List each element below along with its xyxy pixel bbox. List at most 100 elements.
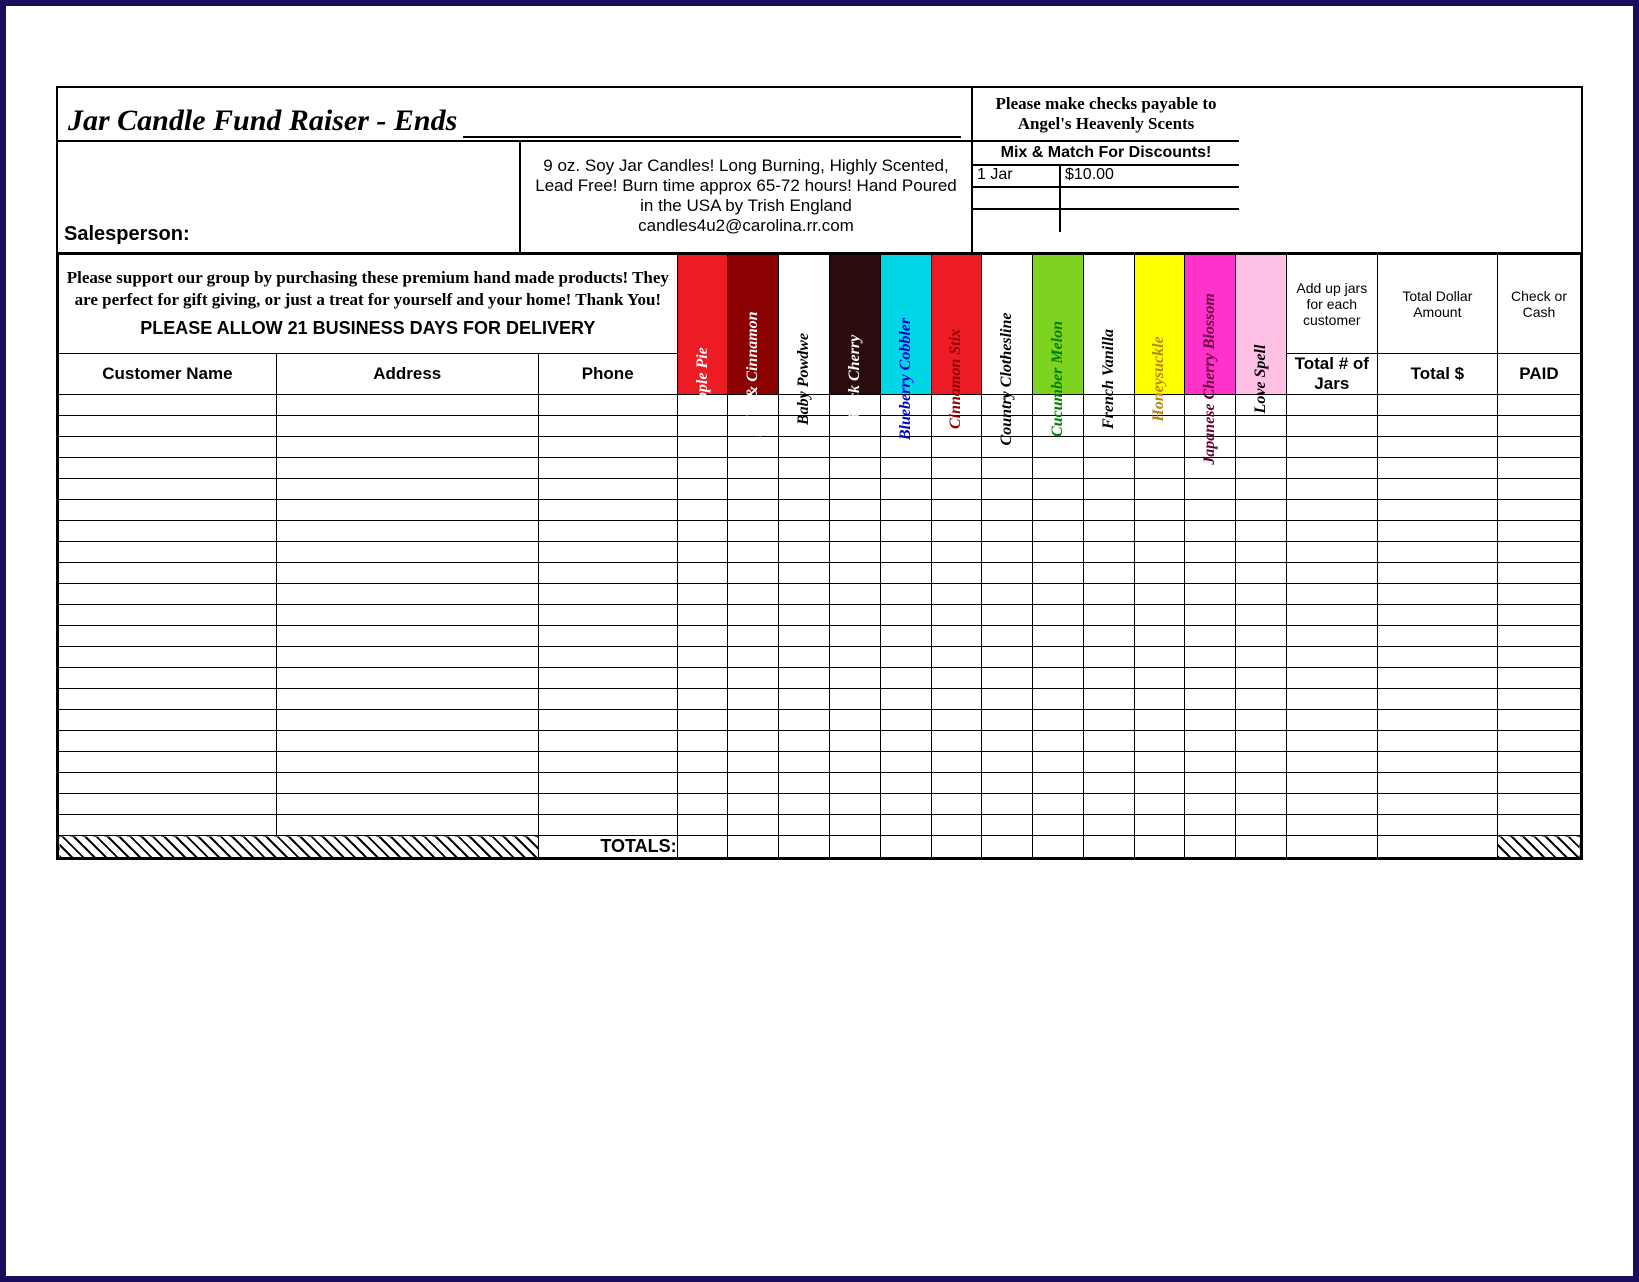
cell[interactable] xyxy=(1497,710,1580,731)
cell[interactable] xyxy=(829,479,880,500)
cell[interactable] xyxy=(1497,437,1580,458)
ends-blank-line[interactable] xyxy=(463,116,961,138)
cell[interactable] xyxy=(1377,773,1497,794)
cell[interactable] xyxy=(1134,647,1185,668)
cell[interactable] xyxy=(1185,542,1236,563)
cell[interactable] xyxy=(276,500,538,521)
cell[interactable] xyxy=(1185,815,1236,836)
cell[interactable] xyxy=(59,500,277,521)
cell[interactable] xyxy=(1083,647,1134,668)
cell[interactable] xyxy=(1185,584,1236,605)
cell[interactable] xyxy=(982,605,1033,626)
cell[interactable] xyxy=(276,584,538,605)
table-row[interactable] xyxy=(59,794,1581,815)
cell[interactable] xyxy=(880,626,931,647)
cell[interactable] xyxy=(931,521,982,542)
cell[interactable] xyxy=(880,689,931,710)
cell[interactable] xyxy=(677,500,728,521)
cell[interactable] xyxy=(1185,563,1236,584)
cell[interactable] xyxy=(1497,626,1580,647)
table-row[interactable] xyxy=(59,752,1581,773)
cell[interactable] xyxy=(1497,668,1580,689)
cell[interactable] xyxy=(829,563,880,584)
cell[interactable] xyxy=(677,668,728,689)
cell[interactable] xyxy=(1286,605,1377,626)
cell[interactable] xyxy=(1377,521,1497,542)
cell[interactable] xyxy=(1286,479,1377,500)
cell[interactable] xyxy=(1236,437,1287,458)
cell[interactable] xyxy=(1286,752,1377,773)
cell[interactable] xyxy=(1083,521,1134,542)
table-row[interactable] xyxy=(59,458,1581,479)
cell[interactable] xyxy=(982,479,1033,500)
cell[interactable] xyxy=(1286,437,1377,458)
cell[interactable] xyxy=(1286,395,1377,416)
cell[interactable] xyxy=(931,584,982,605)
cell[interactable] xyxy=(982,815,1033,836)
cell[interactable] xyxy=(1033,479,1084,500)
cell[interactable] xyxy=(982,689,1033,710)
cell[interactable] xyxy=(982,500,1033,521)
cell[interactable] xyxy=(59,647,277,668)
cell[interactable] xyxy=(276,731,538,752)
cell[interactable] xyxy=(677,710,728,731)
cell[interactable] xyxy=(931,668,982,689)
cell[interactable] xyxy=(880,521,931,542)
cell[interactable] xyxy=(829,584,880,605)
cell[interactable] xyxy=(1497,458,1580,479)
cell[interactable] xyxy=(829,815,880,836)
cell[interactable] xyxy=(1377,668,1497,689)
cell[interactable] xyxy=(779,605,830,626)
cell[interactable] xyxy=(538,416,677,437)
cell[interactable] xyxy=(779,584,830,605)
cell[interactable] xyxy=(538,647,677,668)
cell[interactable] xyxy=(779,542,830,563)
cell[interactable] xyxy=(1134,815,1185,836)
cell[interactable] xyxy=(829,731,880,752)
cell[interactable] xyxy=(276,647,538,668)
cell[interactable] xyxy=(728,773,779,794)
cell[interactable] xyxy=(1083,626,1134,647)
cell[interactable] xyxy=(1286,794,1377,815)
cell[interactable] xyxy=(1497,794,1580,815)
cell[interactable] xyxy=(1033,437,1084,458)
cell[interactable] xyxy=(59,710,277,731)
cell[interactable] xyxy=(829,458,880,479)
cell[interactable] xyxy=(931,542,982,563)
cell[interactable] xyxy=(276,416,538,437)
table-row[interactable] xyxy=(59,584,1581,605)
cell[interactable] xyxy=(59,815,277,836)
cell[interactable] xyxy=(1083,479,1134,500)
cell[interactable] xyxy=(1497,752,1580,773)
totals-cell[interactable] xyxy=(1033,836,1084,858)
cell[interactable] xyxy=(1377,815,1497,836)
totals-cell[interactable] xyxy=(931,836,982,858)
table-row[interactable] xyxy=(59,542,1581,563)
cell[interactable] xyxy=(829,437,880,458)
cell[interactable] xyxy=(1134,458,1185,479)
table-row[interactable] xyxy=(59,395,1581,416)
cell[interactable] xyxy=(931,815,982,836)
cell[interactable] xyxy=(1286,731,1377,752)
cell[interactable] xyxy=(1286,668,1377,689)
cell[interactable] xyxy=(728,794,779,815)
cell[interactable] xyxy=(1134,626,1185,647)
cell[interactable] xyxy=(1497,815,1580,836)
cell[interactable] xyxy=(1083,752,1134,773)
cell[interactable] xyxy=(880,458,931,479)
cell[interactable] xyxy=(1377,542,1497,563)
table-row[interactable] xyxy=(59,437,1581,458)
cell[interactable] xyxy=(728,479,779,500)
cell[interactable] xyxy=(829,668,880,689)
cell[interactable] xyxy=(1236,626,1287,647)
cell[interactable] xyxy=(1377,563,1497,584)
cell[interactable] xyxy=(728,689,779,710)
cell[interactable] xyxy=(931,773,982,794)
cell[interactable] xyxy=(677,689,728,710)
cell[interactable] xyxy=(276,689,538,710)
totals-cell[interactable] xyxy=(728,836,779,858)
cell[interactable] xyxy=(538,563,677,584)
cell[interactable] xyxy=(1497,521,1580,542)
cell[interactable] xyxy=(1185,500,1236,521)
cell[interactable] xyxy=(59,626,277,647)
